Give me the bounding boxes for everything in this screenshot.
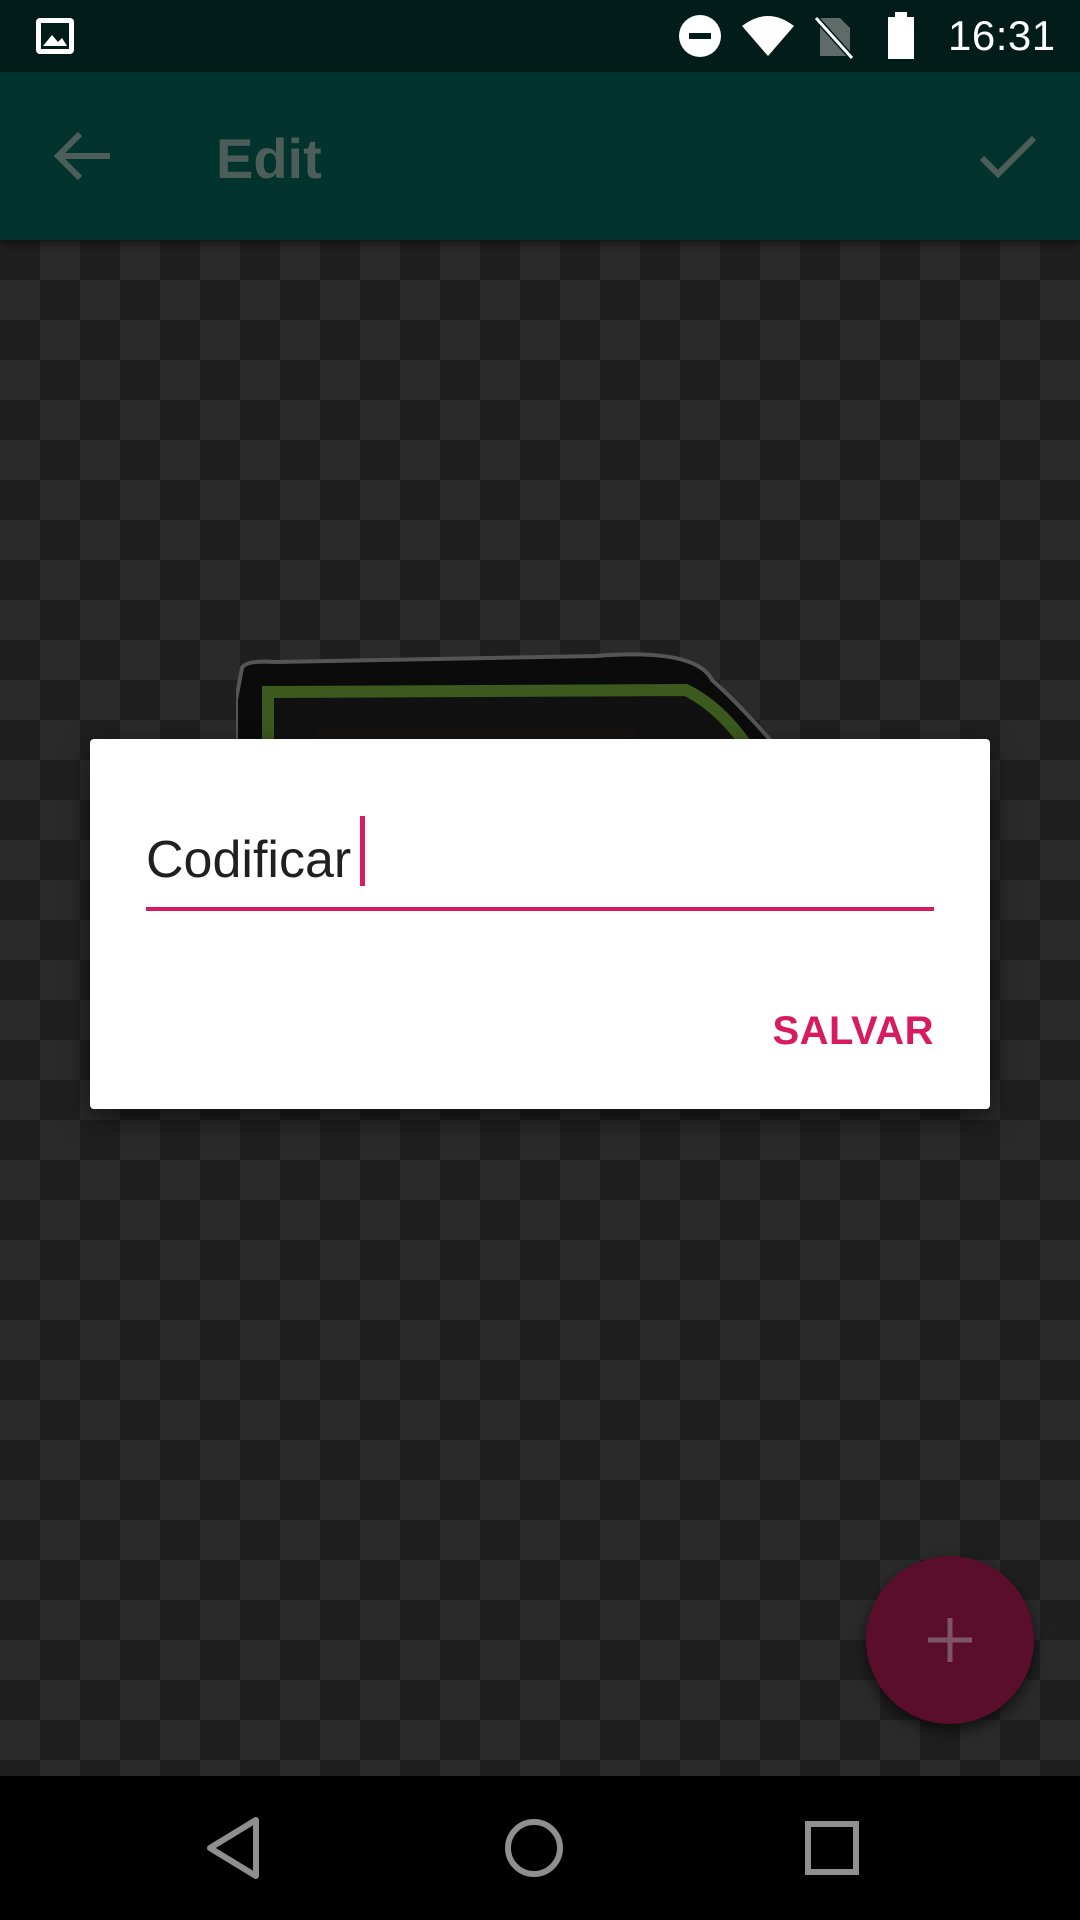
do-not-disturb-icon — [678, 14, 722, 63]
confirm-button[interactable] — [968, 116, 1048, 196]
check-icon — [979, 135, 1037, 179]
app-toolbar: Edit — [0, 72, 1080, 240]
nav-back-icon[interactable] — [200, 1812, 272, 1889]
clock: 16:31 — [948, 12, 1056, 59]
gallery-icon — [34, 16, 76, 61]
rename-dialog: SALVAR — [90, 739, 990, 1109]
plus-icon — [920, 1610, 980, 1675]
page-title: Edit — [216, 127, 322, 190]
battery-icon — [886, 12, 916, 65]
name-input[interactable] — [146, 819, 934, 911]
add-fab-button[interactable] — [866, 1556, 1034, 1724]
text-cursor — [360, 816, 365, 886]
arrow-back-icon — [53, 131, 110, 181]
no-sim-icon — [813, 14, 855, 65]
save-button[interactable]: SALVAR — [772, 1009, 934, 1054]
system-nav-bar — [0, 1776, 1080, 1920]
status-bar: 16:31 — [0, 0, 1080, 72]
wifi-icon — [740, 14, 796, 63]
screen: 16:31 Edit SALVAR — [0, 0, 1080, 1920]
nav-home-icon[interactable] — [498, 1812, 570, 1889]
back-button[interactable] — [44, 116, 124, 196]
nav-recents-icon[interactable] — [796, 1812, 868, 1889]
